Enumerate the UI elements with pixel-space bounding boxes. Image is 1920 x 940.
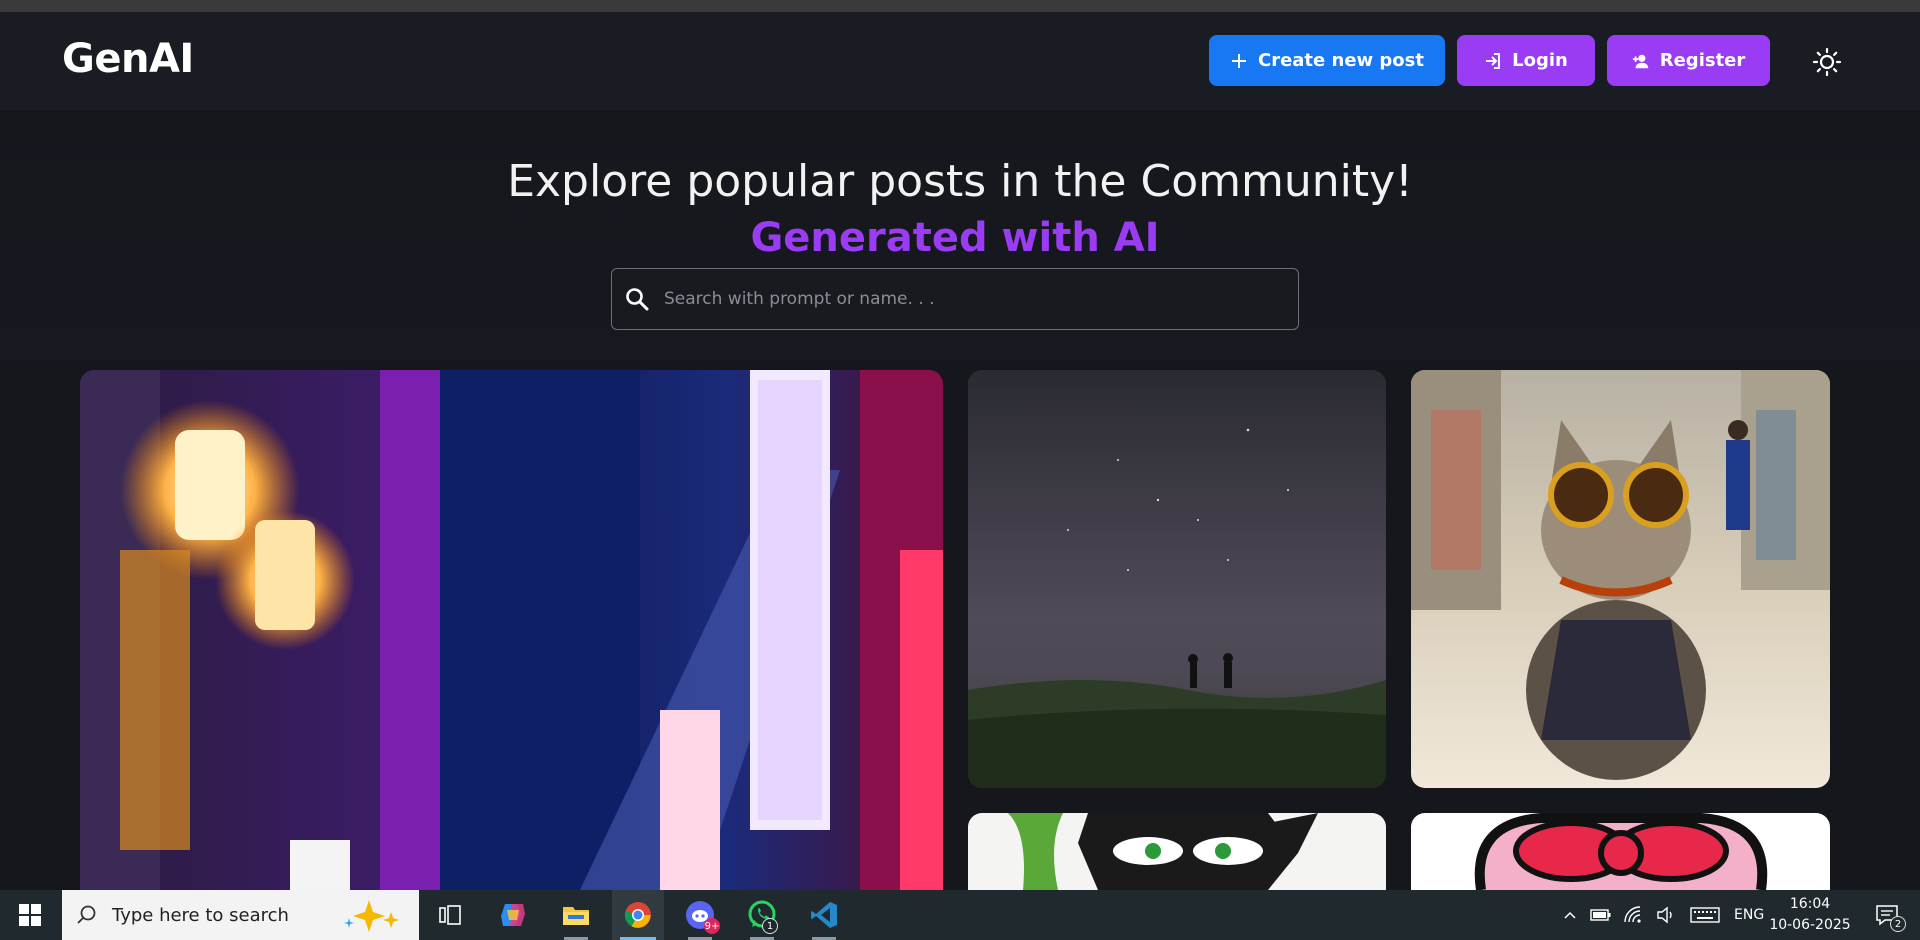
login-icon — [1486, 52, 1501, 69]
vscode-icon — [811, 902, 837, 928]
chevron-up-icon[interactable] — [1562, 907, 1578, 923]
copilot-sparkle-icon — [344, 900, 399, 932]
plus-icon — [1231, 53, 1246, 68]
system-tray: ENG — [1562, 890, 1764, 940]
add-user-icon — [1632, 54, 1648, 68]
page-title: Explore popular posts in the Community! — [507, 156, 1413, 207]
start-button[interactable] — [0, 890, 60, 940]
register-button[interactable]: Register — [1607, 35, 1770, 86]
volume-icon[interactable] — [1656, 906, 1676, 924]
app-logo[interactable]: GenAI — [62, 36, 194, 82]
login-label: Login — [1512, 50, 1568, 71]
whatsapp-app[interactable]: 1 — [736, 890, 788, 940]
cat-sunglasses-image — [1411, 370, 1830, 788]
wifi-icon[interactable] — [1624, 906, 1644, 924]
post-card[interactable] — [968, 813, 1386, 890]
discord-badge: 9+ — [704, 918, 720, 934]
battery-icon[interactable] — [1590, 907, 1612, 923]
sun-icon — [1812, 47, 1842, 77]
keyboard-icon[interactable] — [1690, 906, 1720, 924]
chrome-icon — [624, 902, 651, 928]
masked-cartoon-image — [968, 813, 1386, 890]
register-label: Register — [1659, 50, 1746, 71]
taskbar: Type here to search 9+ 1 ENG 16:04 10-06… — [0, 890, 1920, 940]
copilot-app[interactable] — [487, 890, 539, 940]
task-view-icon — [439, 905, 461, 925]
copilot-icon — [501, 904, 525, 926]
create-post-label: Create new post — [1257, 50, 1424, 71]
file-explorer-app[interactable] — [550, 890, 602, 940]
clock-time: 16:04 — [1789, 896, 1831, 912]
create-post-button[interactable]: Create new post — [1209, 35, 1445, 86]
taskbar-search-placeholder: Type here to search — [112, 904, 289, 926]
search-icon — [626, 288, 649, 311]
search-input[interactable] — [650, 269, 1298, 329]
browser-top-strip — [0, 0, 1920, 12]
neon-city-alley-image — [80, 370, 943, 890]
post-card[interactable] — [1411, 813, 1830, 890]
page-subtitle: Generated with AI — [750, 215, 1160, 261]
notifications-button[interactable]: 2 — [1862, 890, 1912, 940]
clock[interactable]: 16:04 10-06-2025 — [1760, 894, 1860, 936]
discord-app[interactable]: 9+ — [674, 890, 726, 940]
windows-logo-icon — [19, 904, 41, 926]
chrome-app[interactable] — [612, 890, 664, 940]
post-card[interactable] — [968, 370, 1386, 788]
search-icon — [77, 905, 96, 924]
taskbar-search[interactable]: Type here to search — [62, 890, 419, 940]
night-sky-field-image — [968, 370, 1386, 788]
login-button[interactable]: Login — [1457, 35, 1595, 86]
folder-icon — [563, 907, 589, 925]
theme-toggle-button[interactable] — [1812, 47, 1842, 77]
clock-date: 10-06-2025 — [1769, 917, 1851, 933]
search-bar — [611, 268, 1299, 330]
navbar: GenAI Create new post Login Register — [0, 12, 1920, 110]
vscode-app[interactable] — [798, 890, 850, 940]
post-card[interactable] — [1411, 370, 1830, 788]
post-card[interactable] — [80, 370, 943, 890]
notification-badge: 2 — [1890, 916, 1906, 932]
whatsapp-badge: 1 — [762, 918, 778, 934]
task-view-button[interactable] — [425, 890, 477, 940]
cartoon-red-bow-image — [1411, 813, 1830, 890]
